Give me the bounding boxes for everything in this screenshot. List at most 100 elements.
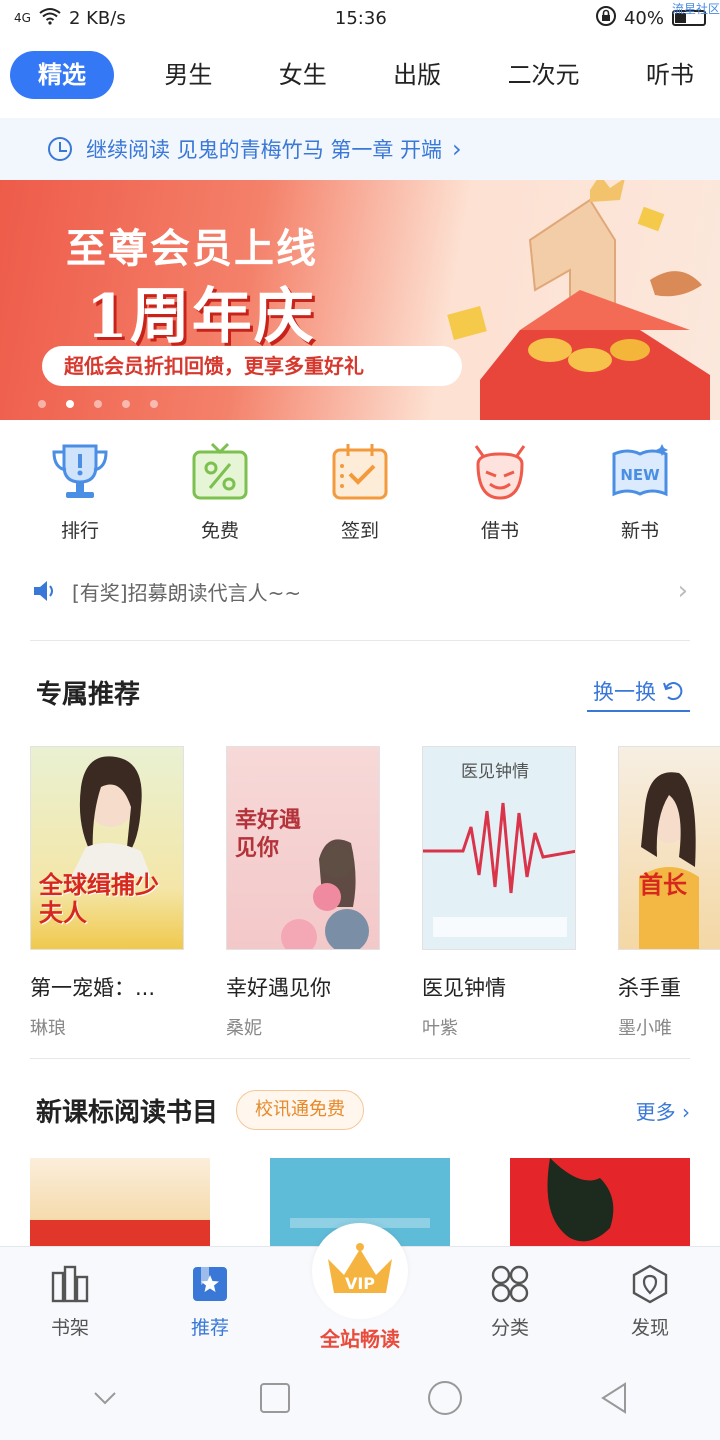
tab-male[interactable]: 男生 bbox=[148, 51, 228, 99]
banner-dot[interactable] bbox=[150, 400, 158, 408]
quick-free[interactable]: 免费 bbox=[160, 440, 280, 550]
quick-ranking-label: 排行 bbox=[60, 520, 99, 542]
quick-borrow[interactable]: 借书 bbox=[440, 440, 560, 550]
trophy-icon bbox=[52, 444, 108, 498]
clock: 15:36 bbox=[334, 7, 387, 29]
svg-text:NEW: NEW bbox=[620, 466, 660, 484]
clock-icon bbox=[48, 137, 72, 161]
cover-art bbox=[281, 839, 369, 949]
checkin-icon bbox=[332, 444, 388, 500]
divider bbox=[30, 640, 690, 641]
vip-circle: VIP bbox=[312, 1223, 408, 1319]
speaker-icon bbox=[34, 581, 53, 601]
book-author: 墨小唯 bbox=[618, 1018, 672, 1039]
chevron-right-icon: › bbox=[677, 576, 688, 606]
divider bbox=[30, 1058, 690, 1059]
chevron-right-icon: › bbox=[452, 135, 462, 163]
book-card[interactable]: 首长 杀手重 墨小唯 bbox=[618, 746, 720, 1046]
banner-dot[interactable] bbox=[38, 400, 46, 408]
exclusive-header: 专属推荐 换一换 bbox=[36, 672, 690, 712]
quick-free-label: 免费 bbox=[200, 520, 239, 542]
tab-audiobook[interactable]: 听书 bbox=[630, 51, 710, 99]
cover-art bbox=[639, 772, 699, 949]
announcement-bar[interactable]: [有奖]招募朗读代言人~~ › bbox=[32, 568, 688, 614]
nav-recommend[interactable]: 推荐 bbox=[150, 1263, 270, 1340]
continue-reading-text: 继续阅读 见鬼的青梅竹马 第一章 开端 bbox=[86, 138, 443, 162]
tab-female[interactable]: 女生 bbox=[263, 51, 343, 99]
home-icon[interactable] bbox=[425, 1378, 465, 1418]
nav-label: 全站畅读 bbox=[320, 1327, 400, 1351]
continue-reading-bar[interactable]: 继续阅读 见鬼的青梅竹马 第一章 开端 › bbox=[0, 118, 720, 180]
more-label: 更多 bbox=[635, 1099, 676, 1124]
quick-newbook[interactable]: NEW 新书 bbox=[580, 440, 700, 550]
book-cover[interactable] bbox=[30, 1158, 210, 1258]
banner-dot[interactable] bbox=[122, 400, 130, 408]
quick-actions: 排行 免费 签到 借书 NEW 新书 bbox=[0, 440, 720, 550]
banner-headline: 至尊会员上线 bbox=[66, 225, 318, 272]
status-bar: 4G 2 KB/s 15:36 40% 流星社区 bbox=[0, 0, 720, 36]
more-button[interactable]: 更多 › bbox=[636, 1096, 690, 1125]
book-title: 幸好遇见你 bbox=[226, 976, 331, 1000]
free-icon bbox=[192, 442, 248, 500]
banner-dot[interactable] bbox=[94, 400, 102, 408]
quick-checkin[interactable]: 签到 bbox=[300, 440, 420, 550]
new-book-icon: NEW bbox=[612, 444, 668, 497]
book-card[interactable]: 医见钟情 医见钟情 叶紫 bbox=[422, 746, 576, 1046]
cover-art bbox=[71, 756, 151, 877]
crown-icon: VIP bbox=[328, 1243, 392, 1293]
bottom-nav: 书架 推荐 VIP 全站畅读 分类 发现 bbox=[0, 1223, 720, 1356]
battery-percent: 40% bbox=[623, 7, 664, 29]
bookshelf-icon bbox=[51, 1265, 89, 1303]
vip-badge-text: VIP bbox=[345, 1274, 375, 1293]
promo-banner[interactable]: 至尊会员上线 1周年庆 超低会员折扣回馈，更享多重好礼 bbox=[0, 180, 720, 420]
refresh-icon bbox=[663, 682, 683, 701]
chevron-right-icon: › bbox=[682, 1099, 690, 1124]
devil-icon bbox=[474, 445, 526, 500]
lock-icon bbox=[595, 5, 616, 31]
book-title: 杀手重 bbox=[618, 976, 681, 1000]
cover-art bbox=[423, 802, 575, 937]
chevron-down-icon[interactable] bbox=[85, 1378, 125, 1418]
free-badge: 校讯通免费 bbox=[236, 1090, 365, 1130]
recommend-icon bbox=[193, 1267, 227, 1301]
nav-label: 分类 bbox=[490, 1317, 529, 1339]
gift-box-illustration bbox=[447, 180, 710, 420]
nav-vip[interactable]: VIP 全站畅读 bbox=[290, 1223, 430, 1352]
top-tabs: 精选 男生 女生 出版 二次元 听书 bbox=[10, 48, 710, 102]
swap-label: 换一换 bbox=[593, 680, 656, 704]
tab-publish[interactable]: 出版 bbox=[377, 51, 457, 99]
book-card[interactable]: 幸好遇见你 幸好遇见你 桑妮 bbox=[226, 746, 380, 1046]
section-title: 专属推荐 bbox=[36, 679, 141, 710]
swap-button[interactable]: 换一换 bbox=[587, 672, 690, 712]
tab-acg[interactable]: 二次元 bbox=[492, 51, 596, 99]
book-cover: 医见钟情 bbox=[422, 746, 576, 950]
banner-dot[interactable] bbox=[66, 400, 74, 408]
book-card[interactable]: 全球缉捕少夫人 第一宠婚：... 琳琅 bbox=[30, 746, 184, 1046]
signal-icon: 4G bbox=[14, 11, 31, 25]
cover-art bbox=[547, 1158, 614, 1242]
quick-newbook-label: 新书 bbox=[620, 520, 659, 542]
announcement-text: [有奖]招募朗读代言人~~ bbox=[72, 580, 302, 605]
nav-category[interactable]: 分类 bbox=[450, 1263, 570, 1340]
book-author: 叶紫 bbox=[422, 1018, 458, 1039]
book-author: 桑妮 bbox=[226, 1018, 262, 1039]
book-cover-text: 首长 bbox=[639, 871, 687, 899]
quick-borrow-label: 借书 bbox=[480, 520, 519, 542]
book-cover[interactable] bbox=[510, 1158, 690, 1258]
discover-icon bbox=[632, 1264, 668, 1304]
quick-ranking[interactable]: 排行 bbox=[20, 440, 140, 550]
book-cover-text: 全球缉捕少夫人 bbox=[39, 871, 159, 927]
network-speed: 2 KB/s bbox=[68, 7, 126, 29]
back-icon[interactable] bbox=[595, 1378, 635, 1418]
nav-bookshelf[interactable]: 书架 bbox=[10, 1263, 130, 1340]
nav-label: 书架 bbox=[50, 1317, 89, 1339]
quick-checkin-label: 签到 bbox=[340, 520, 379, 542]
book-title: 第一宠婚：... bbox=[30, 976, 156, 1000]
section-title: 新课标阅读书目 bbox=[36, 1097, 219, 1128]
exclusive-book-list: 全球缉捕少夫人 第一宠婚：... 琳琅 幸好遇见你 幸好遇见你 桑妮 医见钟情 bbox=[30, 746, 720, 1046]
book-author: 琳琅 bbox=[30, 1018, 66, 1039]
system-nav-bar bbox=[0, 1356, 720, 1440]
recent-apps-icon[interactable] bbox=[255, 1378, 295, 1418]
tab-featured[interactable]: 精选 bbox=[10, 51, 114, 99]
nav-discover[interactable]: 发现 bbox=[590, 1263, 710, 1340]
